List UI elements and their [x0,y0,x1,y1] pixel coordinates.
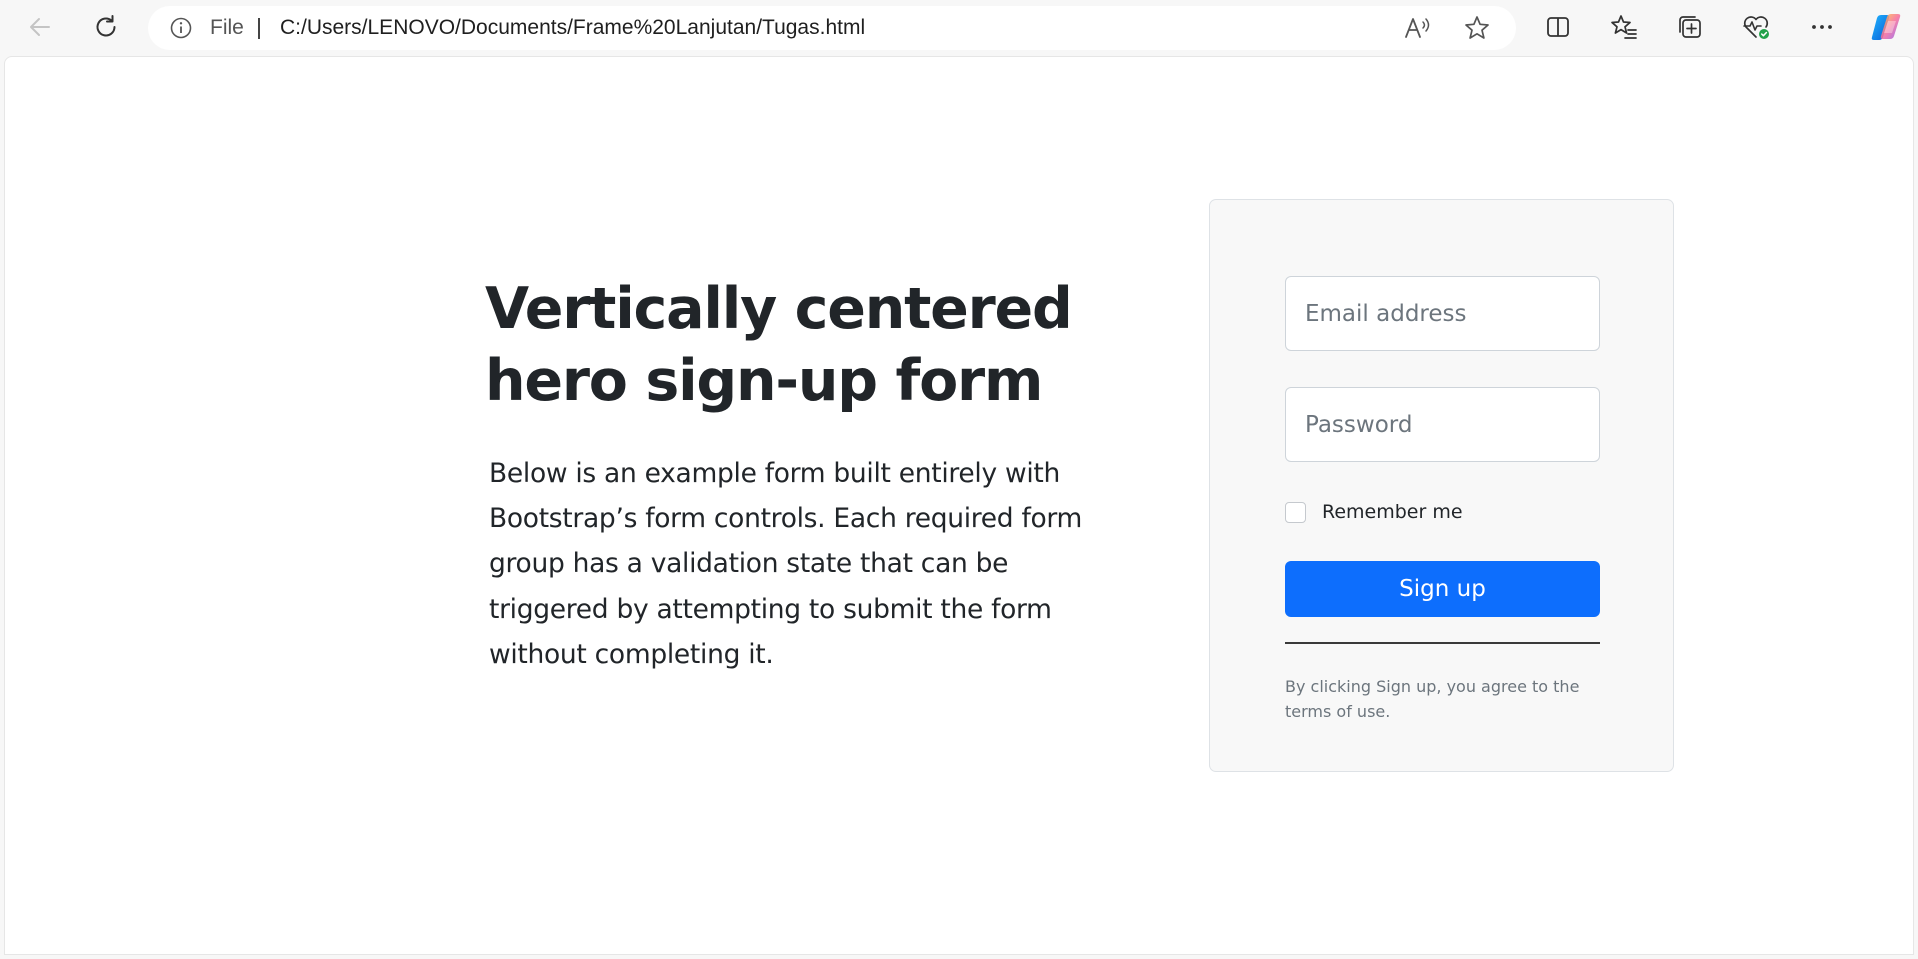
address-scheme-label: File [210,16,244,39]
back-button[interactable] [20,7,60,47]
password-input[interactable] [1285,387,1600,462]
star-icon[interactable] [1463,14,1491,42]
favorites-list-icon [1611,15,1637,39]
remember-me-checkbox[interactable] [1285,501,1306,523]
collections-icon [1679,16,1701,38]
split-screen-icon [1547,17,1569,37]
heartbeat-icon [1743,16,1769,39]
more-icon [1812,25,1832,29]
address-separator [258,18,260,39]
browser-toolbar: File C:/Users/LENOVO/Documents/Frame%20L… [0,0,1918,55]
split-screen-button[interactable] [1538,7,1578,47]
info-icon[interactable] [170,17,192,39]
signup-form: Remember me Sign up By clicking Sign up,… [1209,199,1674,772]
back-arrow-icon [30,18,50,36]
favorites-button[interactable] [1604,7,1644,47]
copilot-button[interactable] [1866,7,1906,47]
remember-me-label: Remember me [1322,501,1463,523]
address-url[interactable]: C:/Users/LENOVO/Documents/Frame%20Lanjut… [280,6,865,50]
read-aloud-icon[interactable] [1403,14,1433,42]
remember-me-option[interactable]: Remember me [1285,500,1463,524]
signup-button[interactable]: Sign up [1285,561,1600,617]
browser-essentials-button[interactable] [1736,7,1776,47]
hero-description: Below is an example form built entirely … [489,458,1083,670]
hero-title: Vertically centered hero sign-up form [485,276,1073,414]
copilot-icon [1871,14,1901,40]
refresh-icon [96,15,116,37]
page-viewport: Vertically centered hero sign-up form Be… [4,56,1914,955]
refresh-button[interactable] [86,7,126,47]
collections-button[interactable] [1670,7,1710,47]
address-bar[interactable]: File C:/Users/LENOVO/Documents/Frame%20L… [148,6,1516,50]
more-button[interactable] [1802,7,1842,47]
form-divider [1285,642,1600,644]
email-input[interactable] [1285,276,1600,351]
terms-notice: By clicking Sign up, you agree to the te… [1285,677,1580,721]
